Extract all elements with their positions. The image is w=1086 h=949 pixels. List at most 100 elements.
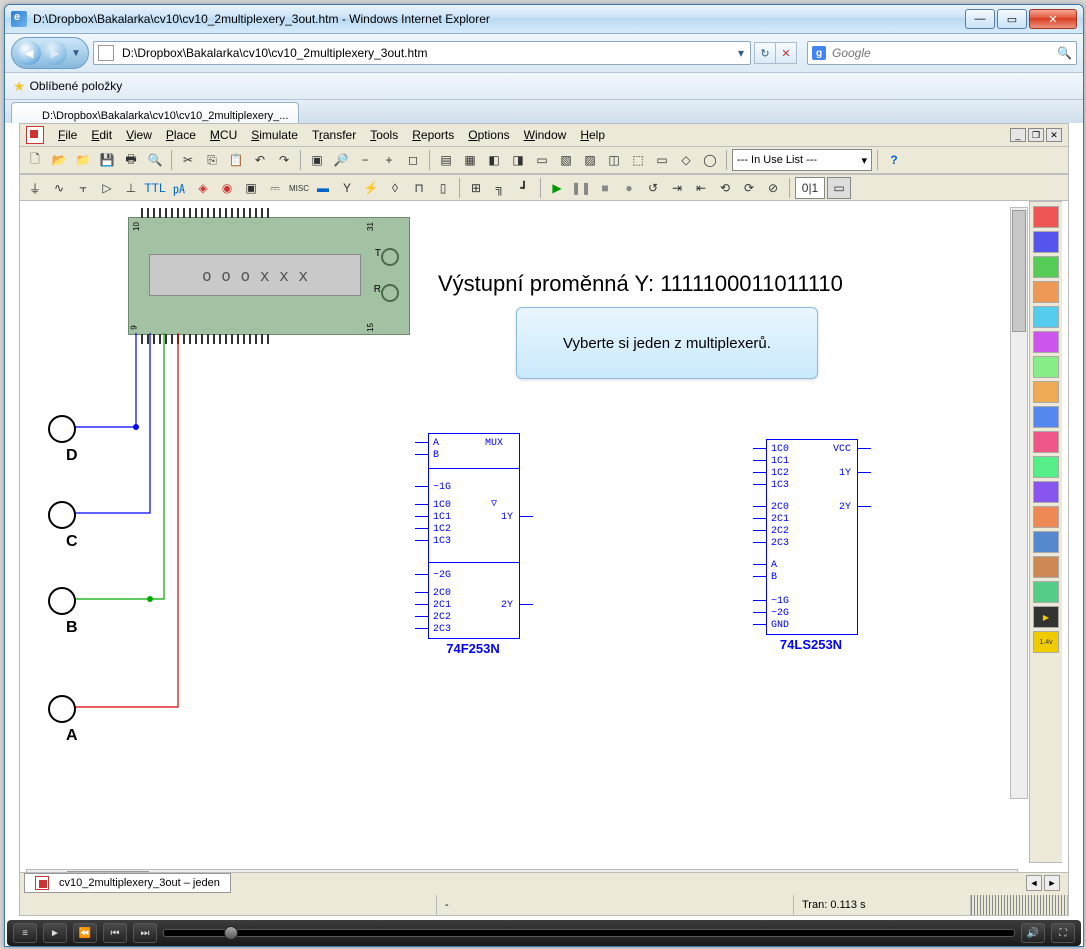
step-icon[interactable]: ● [618, 177, 640, 199]
back-button[interactable]: ◄ [17, 41, 41, 65]
comp-pwr-icon[interactable]: ⎓ [264, 177, 286, 199]
menu-simulate[interactable]: Simulate [245, 126, 304, 144]
vscroll-thumb[interactable] [1012, 210, 1026, 332]
pal-5[interactable] [1033, 306, 1059, 328]
pal-16[interactable] [1033, 581, 1059, 603]
sim2-icon[interactable]: ⇥ [666, 177, 688, 199]
node-c[interactable] [48, 501, 76, 529]
pal-9[interactable] [1033, 406, 1059, 428]
pal-4[interactable] [1033, 281, 1059, 303]
pal-1[interactable] [1033, 206, 1059, 228]
media-first[interactable]: ⏪ [73, 923, 97, 943]
tb-b-icon[interactable]: ▦ [459, 149, 481, 171]
address-bar[interactable]: ▾ [93, 41, 751, 65]
tab-prev[interactable]: ◄ [1026, 875, 1042, 891]
address-chevron[interactable]: ▾ [736, 46, 746, 60]
comp-ground-icon[interactable]: ⏚ [24, 177, 46, 199]
comp-misc2-icon[interactable]: MISC [288, 177, 310, 199]
pal-17[interactable]: ▶ [1033, 606, 1059, 628]
zoom-in-icon[interactable]: + [378, 149, 400, 171]
comp-misc-icon[interactable]: ◈ [192, 177, 214, 199]
tab-next[interactable]: ► [1044, 875, 1060, 891]
help-icon[interactable]: ? [883, 149, 905, 171]
mdi-minimize[interactable]: _ [1010, 128, 1026, 142]
comp-adv-icon[interactable]: ▬ [312, 177, 334, 199]
print-icon[interactable]: 🖶 [120, 149, 142, 171]
zoom-full-icon[interactable]: ▣ [306, 149, 328, 171]
menu-window[interactable]: Window [518, 126, 573, 144]
redo-icon[interactable]: ↷ [273, 149, 295, 171]
search-input[interactable] [830, 45, 1057, 61]
comp-cmos-icon[interactable]: ㎀ [168, 177, 190, 199]
menu-place[interactable]: Place [160, 126, 202, 144]
tb-i-icon[interactable]: ⬚ [627, 149, 649, 171]
pal-18[interactable]: 1.4v [1033, 631, 1059, 653]
pal-3[interactable] [1033, 256, 1059, 278]
cut-icon[interactable]: ✂ [177, 149, 199, 171]
minimize-button[interactable]: — [965, 9, 995, 29]
media-thumb[interactable] [224, 926, 238, 940]
search-box[interactable]: g 🔍 [807, 41, 1077, 65]
preview-icon[interactable]: 🔍 [144, 149, 166, 171]
comp-ttl-icon[interactable]: TTL [144, 177, 166, 199]
refresh-button[interactable]: ↻ [754, 42, 776, 64]
terminal-t[interactable] [381, 248, 399, 266]
stop-icon[interactable]: ■ [594, 177, 616, 199]
pal-7[interactable] [1033, 356, 1059, 378]
pal-2[interactable] [1033, 231, 1059, 253]
sim3-icon[interactable]: ⇤ [690, 177, 712, 199]
address-input[interactable] [120, 45, 736, 61]
open-icon[interactable]: 📂 [48, 149, 70, 171]
nav-history-chevron[interactable]: ▼ [68, 48, 84, 59]
junc-icon[interactable]: ┛ [513, 177, 535, 199]
menu-options[interactable]: Options [462, 126, 515, 144]
mdi-restore[interactable]: ❐ [1028, 128, 1044, 142]
media-play[interactable]: ► [43, 923, 67, 943]
menu-view[interactable]: View [120, 126, 158, 144]
comp-rf-icon[interactable]: Y [336, 177, 358, 199]
tb-h-icon[interactable]: ◫ [603, 149, 625, 171]
save-icon[interactable]: 💾 [96, 149, 118, 171]
inuse-dropdown[interactable]: --- In Use List --- ▾ [732, 149, 872, 171]
comp-ind-icon[interactable]: ▣ [240, 177, 262, 199]
maximize-button[interactable]: ▭ [997, 9, 1027, 29]
media-track[interactable] [163, 929, 1015, 937]
search-button[interactable]: 🔍 [1057, 46, 1072, 60]
pal-8[interactable] [1033, 381, 1059, 403]
tb-k-icon[interactable]: ◇ [675, 149, 697, 171]
comp-diode-icon[interactable]: ▷ [96, 177, 118, 199]
node-b[interactable] [48, 587, 76, 615]
media-vol[interactable]: 🔊 [1021, 923, 1045, 943]
paste-icon[interactable]: 📋 [225, 149, 247, 171]
mdi-close[interactable]: ✕ [1046, 128, 1062, 142]
schematic-canvas[interactable]: 10 31 9 15 o o o x x x T R [26, 207, 1018, 863]
bus-icon[interactable]: ╗ [489, 177, 511, 199]
pal-14[interactable] [1033, 531, 1059, 553]
comp-em-icon[interactable]: ⚡ [360, 177, 382, 199]
tb-d-icon[interactable]: ◨ [507, 149, 529, 171]
node-d[interactable] [48, 415, 76, 443]
media-next[interactable]: ⏭ [133, 923, 157, 943]
menu-transfer[interactable]: Transfer [306, 126, 362, 144]
zoom-out-icon[interactable]: − [354, 149, 376, 171]
comp-mixed-icon[interactable]: ◉ [216, 177, 238, 199]
instruction-box[interactable]: Vyberte si jeden z multiplexerů. [516, 307, 818, 379]
sim6-icon[interactable]: ⊘ [762, 177, 784, 199]
doc-tab[interactable]: cv10_2multiplexery_3out – jeden [24, 873, 231, 893]
menu-mcu[interactable]: MCU [204, 126, 243, 144]
chip-74ls253n[interactable]: 1C0 1C1 1C2 1C3 VCC 1Y 2C0 2C1 2C2 2C3 2… [766, 439, 858, 635]
pal-6[interactable] [1033, 331, 1059, 353]
sim4-icon[interactable]: ⟲ [714, 177, 736, 199]
hier-icon[interactable]: ⊞ [465, 177, 487, 199]
copy-icon[interactable]: ⎘ [201, 149, 223, 171]
open2-icon[interactable]: 📁 [72, 149, 94, 171]
switch-01-icon[interactable]: 0|1 [795, 177, 825, 199]
tb-j-icon[interactable]: ▭ [651, 149, 673, 171]
favorites-link[interactable]: ★ Oblíbené položky [13, 78, 122, 95]
run-icon[interactable]: ▶ [546, 177, 568, 199]
sim1-icon[interactable]: ↺ [642, 177, 664, 199]
media-full[interactable]: ⛶ [1051, 923, 1075, 943]
pal-15[interactable] [1033, 556, 1059, 578]
menu-help[interactable]: Help [574, 126, 611, 144]
menu-file[interactable]: FFileile [52, 126, 83, 144]
